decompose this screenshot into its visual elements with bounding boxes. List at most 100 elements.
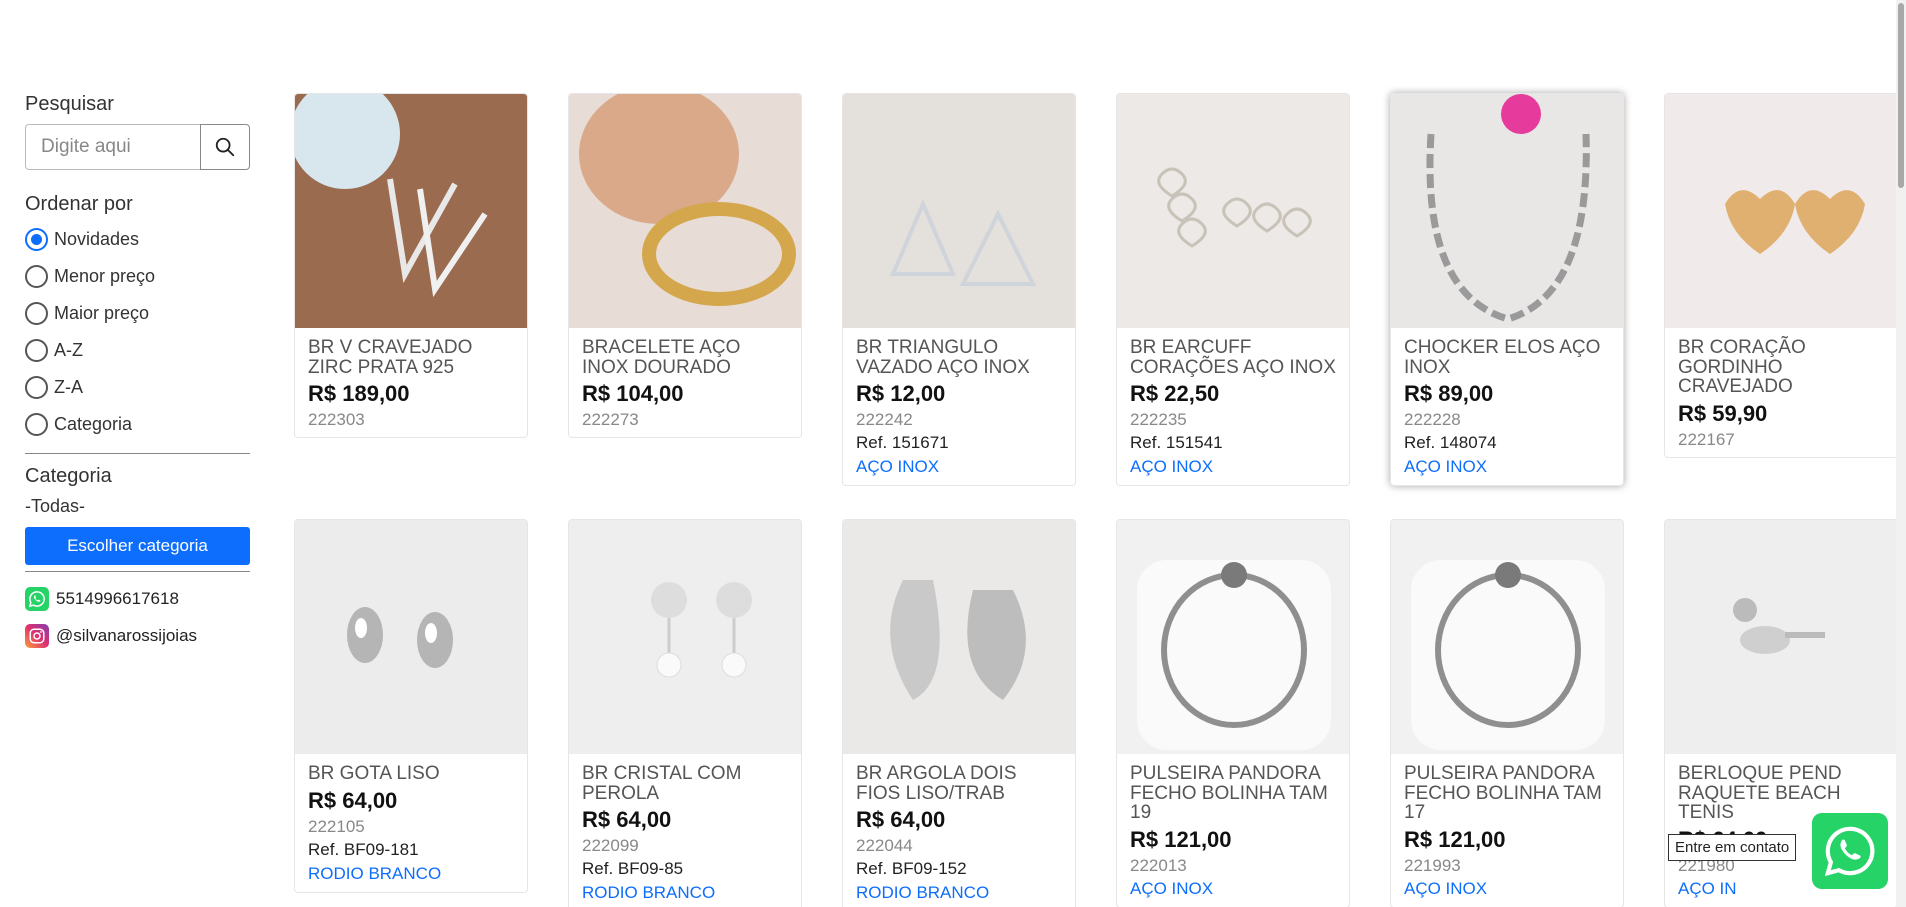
product-price: R$ 121,00 [1404,826,1506,852]
product-code: 222242 [856,410,913,429]
radio-button[interactable] [25,413,48,436]
product-image[interactable] [1117,94,1349,328]
order-option[interactable]: Z-A [25,369,250,406]
product-ref: Ref. BF09-85 [582,859,684,878]
whatsapp-float-button[interactable] [1812,813,1888,889]
product-ref: Ref. BF09-152 [856,859,967,878]
product-price: R$ 64,00 [856,807,946,832]
order-option-label: A-Z [54,340,83,360]
product-title: CHOCKER ELOS AÇO INOX [1404,337,1601,378]
product-title: BR CORAÇÃO GORDINHO CRAVEJADO [1678,337,1806,397]
product-price: R$ 22,50 [1130,381,1220,406]
order-option[interactable]: Categoria [25,406,250,443]
product-info: PULSEIRA PANDORA FECHO BOLINHA TAM 17 R$ … [1391,754,1623,907]
order-option[interactable]: Maior preço [25,295,250,332]
radio-button[interactable] [25,339,48,362]
product-info: BR CRISTAL COM PEROLA R$ 64,00 222099 Ref. … [569,754,801,907]
radio-button[interactable] [25,228,48,251]
product-title: BR EARCUFF CORAÇÕES AÇO INOX [1130,337,1336,378]
product-code: 222167 [1678,429,1735,449]
order-option-label: Z-A [54,377,83,397]
product-code: 222235 [1130,410,1187,429]
product-image[interactable] [569,520,801,754]
product-category-link[interactable]: AÇO INOX [1130,877,1337,901]
product-card[interactable]: CHOCKER ELOS AÇO INOX R$ 89,00 222228 Ref. … [1390,93,1624,486]
instagram-contact[interactable]: @silvanarossijoias [25,617,250,654]
instagram-handle: @silvanarossijoias [56,625,198,645]
order-option[interactable]: A-Z [25,332,250,369]
search-input[interactable] [25,124,200,170]
product-info: CHOCKER ELOS AÇO INOX R$ 89,00 222228 Ref. … [1391,328,1623,485]
order-option[interactable]: Menor preço [25,258,250,295]
product-image[interactable] [1117,520,1349,754]
search-bar [25,124,250,170]
product-category-link[interactable]: AÇO INOX [1404,877,1611,901]
product-card[interactable]: BR TRIANGULO VAZADO AÇO INOX R$ 12,00 2222… [842,93,1076,486]
product-code: 222273 [582,410,639,429]
order-options: Novidades Menor preço Maior preço A-Z Z-A Cat… [25,221,250,443]
category-value: -Todas- [25,496,86,516]
product-image[interactable] [1391,520,1623,754]
product-ref: Ref. 151671 [856,433,949,452]
product-category-link[interactable]: RODIO BRANCO [308,862,515,886]
product-code: 222105 [308,816,365,836]
product-info: BR ARGOLA DOIS FIOS LISO/TRAB R$ 64,00 222… [843,754,1075,907]
product-image[interactable] [569,94,801,328]
product-card[interactable]: PULSEIRA PANDORA FECHO BOLINHA TAM 17 R$ … [1390,519,1624,907]
sidebar-divider [25,571,250,572]
product-card[interactable]: BR CORAÇÃO GORDINHO CRAVEJADO R$ 59,90 222… [1664,93,1898,458]
search-icon [215,137,235,157]
product-code: 222228 [1404,410,1461,429]
product-image[interactable] [843,520,1075,754]
search-button[interactable] [200,124,250,170]
product-image[interactable] [295,520,527,754]
product-image[interactable] [1665,520,1897,754]
product-info: BR TRIANGULO VAZADO AÇO INOX R$ 12,00 2222… [843,328,1075,485]
page-scrollbar[interactable] [1896,0,1906,907]
product-info: PULSEIRA PANDORA FECHO BOLINHA TAM 19 R$ … [1117,754,1349,907]
radio-button[interactable] [25,302,48,325]
choose-category-button[interactable]: Escolher categoria [25,527,250,565]
product-category-link[interactable]: AÇO INOX [856,455,1063,479]
contact-tooltip: Entre em contato [1668,834,1797,861]
product-image[interactable] [1665,94,1897,328]
product-code: 221993 [1404,855,1461,875]
whatsapp-icon [1824,826,1875,877]
product-title: BR CRISTAL COM PEROLA [582,763,742,804]
product-image[interactable] [1391,94,1623,328]
product-image[interactable] [295,94,527,328]
product-category-link[interactable]: AÇO INOX [1404,455,1611,479]
product-title: BR ARGOLA DOIS FIOS LISO/TRAB [856,763,1017,804]
product-category-link[interactable]: RODIO BRANCO [856,881,1063,905]
product-info: BR CORAÇÃO GORDINHO CRAVEJADO R$ 59,90 222… [1665,328,1897,457]
filter-sidebar: Pesquisar Ordenar por Novidades Menor pre… [25,92,250,654]
product-image[interactable] [843,94,1075,328]
whatsapp-contact[interactable]: 5514996617618 [25,580,250,617]
instagram-icon [25,623,49,648]
product-card[interactable]: PULSEIRA PANDORA FECHO BOLINHA TAM 19 R$ … [1116,519,1350,907]
product-category-link[interactable]: AÇO INOX [1130,455,1337,479]
product-card[interactable]: BRACELETE AÇO INOX DOURADO R$ 104,00 22227… [568,93,802,438]
radio-button[interactable] [25,376,48,399]
scrollbar-thumb[interactable] [1898,3,1904,188]
product-card[interactable]: BR V CRAVEJADO ZIRC PRATA 925 R$ 189,00 22… [294,93,528,438]
sidebar-divider [25,453,250,454]
product-code: 222013 [1130,855,1187,875]
product-card[interactable]: BR CRISTAL COM PEROLA R$ 64,00 222099 Ref. … [568,519,802,907]
product-code: 222099 [582,836,639,855]
order-option[interactable]: Novidades [25,221,250,258]
product-price: R$ 64,00 [308,787,398,813]
product-title: PULSEIRA PANDORA FECHO BOLINHA TAM 17 [1404,763,1602,823]
product-code: 222044 [856,836,913,855]
product-card[interactable]: BR ARGOLA DOIS FIOS LISO/TRAB R$ 64,00 222… [842,519,1076,907]
product-price: R$ 104,00 [582,381,684,406]
product-card[interactable]: BR GOTA LISO R$ 64,00 222105 Ref. BF09-181 R… [294,519,528,893]
product-title: BRACELETE AÇO INOX DOURADO [582,337,741,378]
product-card[interactable]: BR EARCUFF CORAÇÕES AÇO INOX R$ 22,50 2222… [1116,93,1350,486]
radio-button[interactable] [25,265,48,288]
product-price: R$ 189,00 [308,381,410,406]
order-heading: Ordenar por [25,193,133,215]
product-title: PULSEIRA PANDORA FECHO BOLINHA TAM 19 [1130,763,1328,823]
product-category-link[interactable]: RODIO BRANCO [582,881,789,905]
category-heading: Categoria [25,465,112,487]
